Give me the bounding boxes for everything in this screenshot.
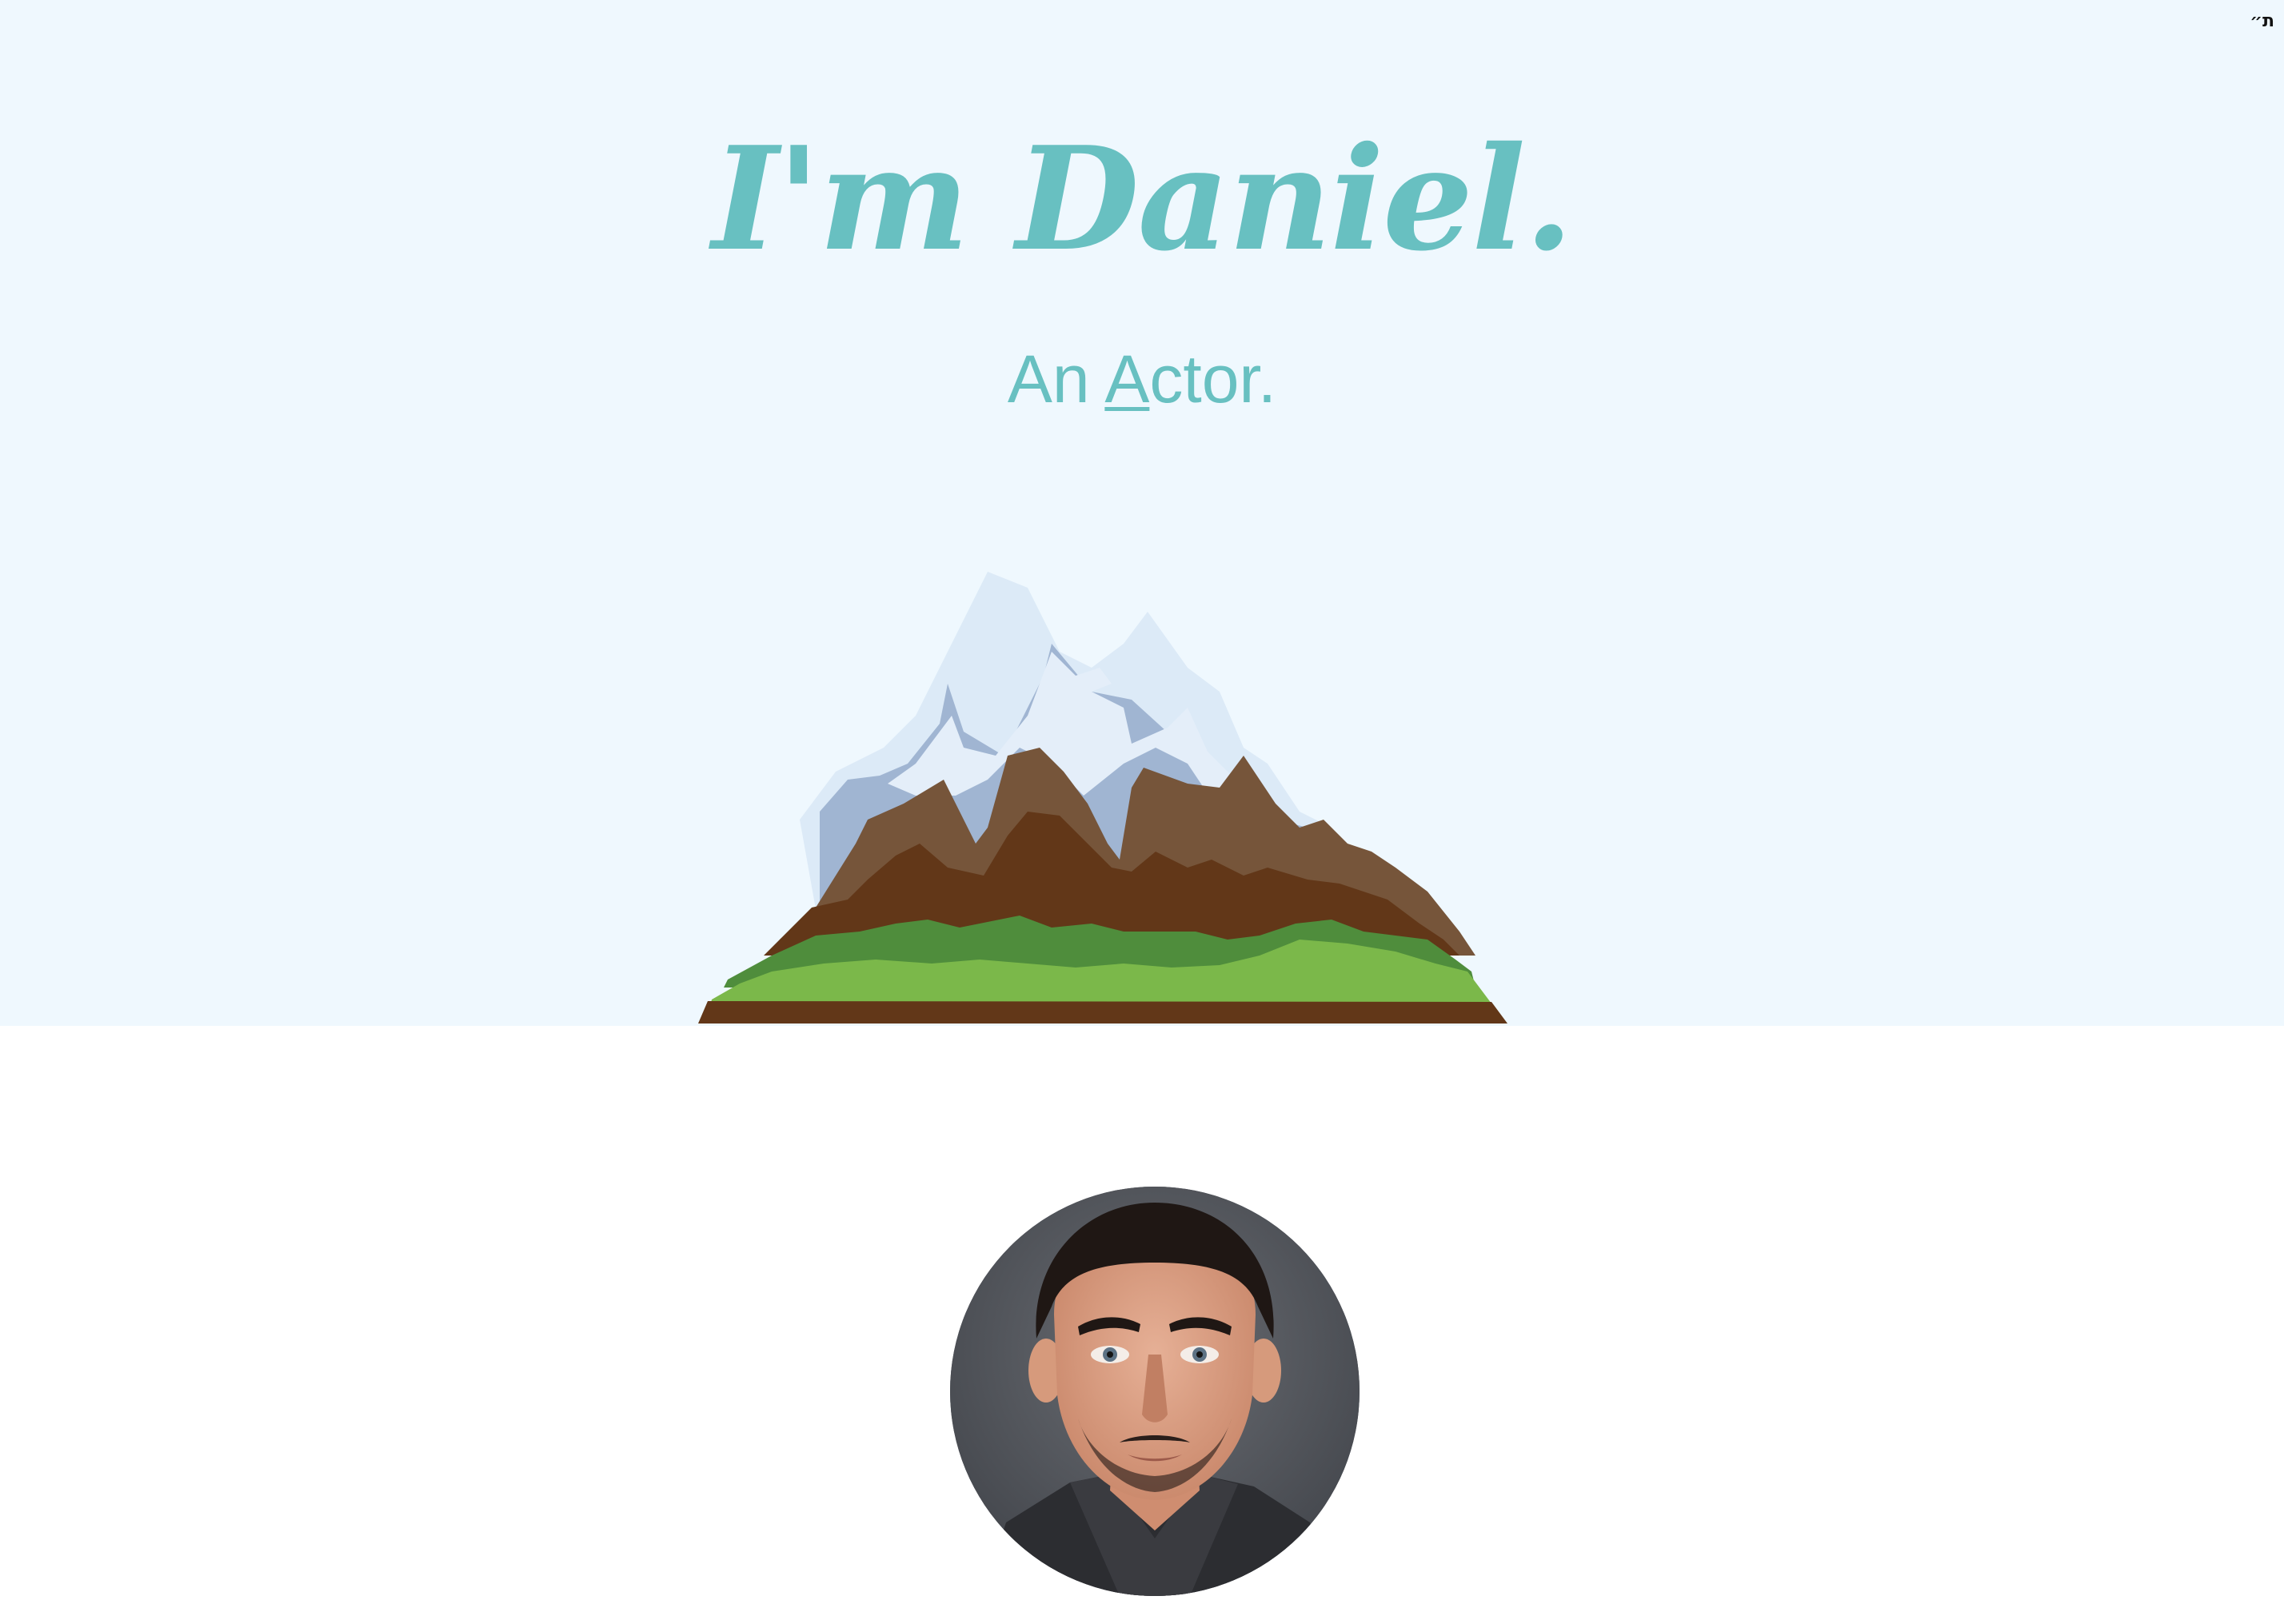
profile-photo-avatar-icon bbox=[950, 1187, 1360, 1596]
hero-section: ת״ I'm Daniel. An Actor. bbox=[0, 0, 2284, 1026]
profile-photo bbox=[950, 1187, 1360, 1596]
mountain-soil-base bbox=[698, 1001, 1507, 1023]
subtitle-prefix: An bbox=[1007, 341, 1105, 417]
mountain-illustration-icon bbox=[698, 572, 1507, 1023]
language-switch-link[interactable]: ת״ bbox=[2250, 11, 2274, 31]
subtitle-rest: ctor. bbox=[1149, 341, 1277, 417]
hero-title: I'm Daniel. bbox=[712, 115, 1574, 282]
subtitle-accent-letter: A bbox=[1104, 341, 1150, 417]
hero-subtitle: An Actor. bbox=[0, 345, 2284, 413]
